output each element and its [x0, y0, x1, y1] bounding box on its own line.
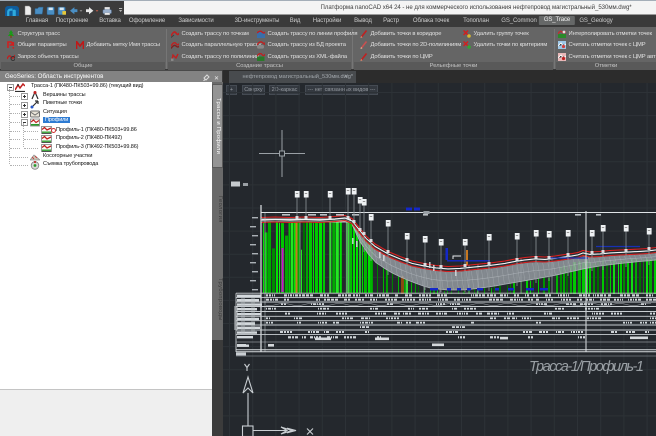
- svg-text:Трасса-1/Профиль-1: Трасса-1/Профиль-1: [529, 359, 644, 375]
